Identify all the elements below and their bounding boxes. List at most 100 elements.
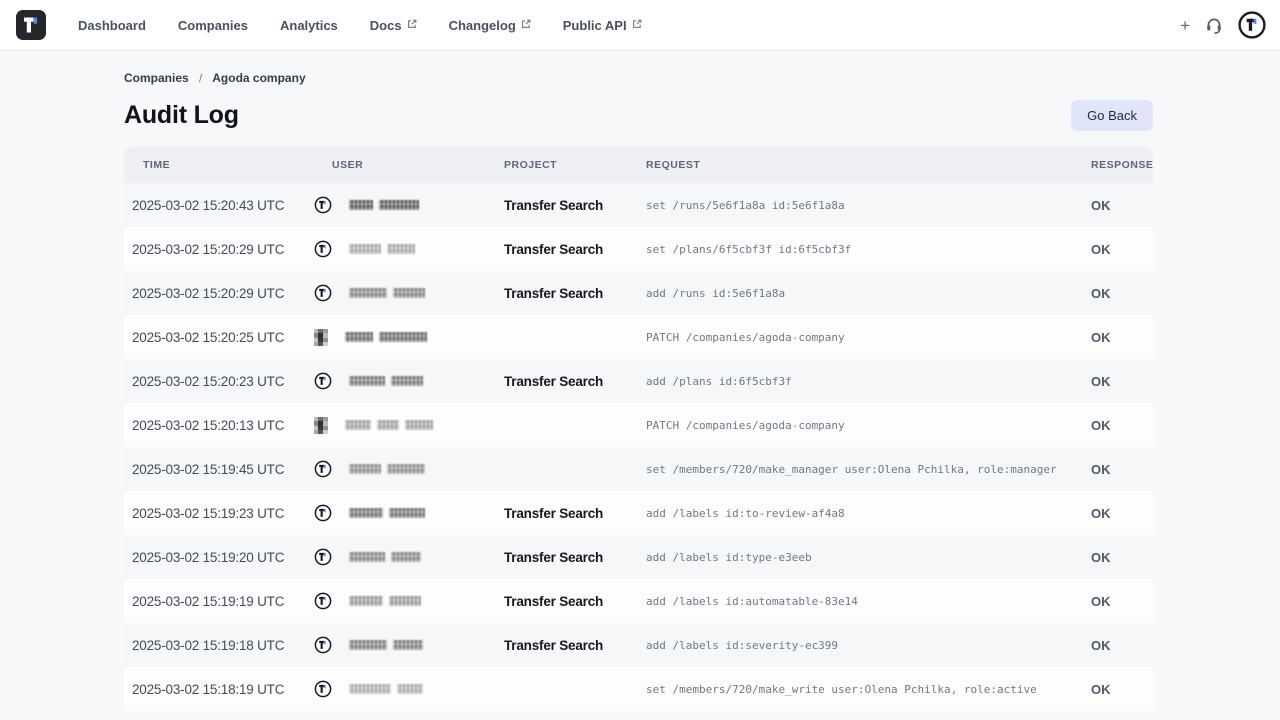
user-photo-avatar <box>314 417 328 434</box>
response-cell: OK <box>1072 506 1153 521</box>
request-cell: add /labels id:severity-ec399 <box>627 639 1072 652</box>
time-cell: 2025-03-02 15:20:13 UTC <box>124 418 313 433</box>
add-button[interactable]: + <box>1180 17 1190 34</box>
user-cell <box>313 680 485 698</box>
user-photo-avatar <box>314 329 328 346</box>
user-t-logo-avatar-icon <box>314 460 332 478</box>
user-t-logo-avatar-icon <box>314 284 332 302</box>
breadcrumb-companies[interactable]: Companies <box>124 71 189 85</box>
user-cell <box>313 504 485 522</box>
project-cell: Transfer Search <box>485 594 627 609</box>
user-t-logo-avatar-icon <box>314 680 332 698</box>
response-cell: OK <box>1072 462 1153 477</box>
headset-icon[interactable] <box>1204 15 1224 35</box>
redacted-user-name <box>345 332 427 342</box>
response-cell: OK <box>1072 682 1153 697</box>
table-row: 2025-03-02 15:20:29 UTC Transfer Search … <box>124 271 1153 315</box>
breadcrumb: Companies / Agoda company <box>124 71 1153 85</box>
top-navbar: Dashboard Companies Analytics Docs Chang… <box>0 0 1280 51</box>
request-cell: set /members/720/make_write user:Olena P… <box>627 683 1072 696</box>
table-row: 2025-03-02 15:19:20 UTC Transfer Search … <box>124 535 1153 579</box>
table-row: 2025-03-02 15:19:45 UTC set /members/720… <box>124 447 1153 491</box>
go-back-button[interactable]: Go Back <box>1071 100 1153 131</box>
column-header-time: TIME <box>124 159 313 171</box>
time-cell: 2025-03-02 15:19:23 UTC <box>124 506 313 521</box>
table-row: 2025-03-02 15:19:18 UTC Transfer Search … <box>124 623 1153 667</box>
time-cell: 2025-03-02 15:18:19 UTC <box>124 682 313 697</box>
navbar-actions: + <box>1180 11 1266 39</box>
redacted-user-name <box>349 200 419 210</box>
table-row-partial <box>124 711 1153 717</box>
project-cell: Transfer Search <box>485 550 627 565</box>
table-row: 2025-03-02 15:20:23 UTC Transfer Search … <box>124 359 1153 403</box>
user-t-logo-avatar-icon <box>314 504 332 522</box>
column-header-response: RESPONSE <box>1072 159 1153 171</box>
redacted-user-name <box>349 464 425 474</box>
response-cell: OK <box>1072 594 1153 609</box>
page-header: Audit Log Go Back <box>124 100 1153 131</box>
project-cell: Transfer Search <box>485 638 627 653</box>
request-cell: add /labels id:automatable-83e14 <box>627 595 1072 608</box>
nav-item-analytics[interactable]: Analytics <box>280 18 338 33</box>
response-cell: OK <box>1072 638 1153 653</box>
user-t-logo-avatar-icon <box>314 636 332 654</box>
time-cell: 2025-03-02 15:19:18 UTC <box>124 638 313 653</box>
request-cell: add /plans id:6f5cbf3f <box>627 375 1072 388</box>
project-cell: Transfer Search <box>485 374 627 389</box>
redacted-user-name <box>349 288 425 298</box>
user-cell <box>313 240 485 258</box>
table-row: 2025-03-02 15:19:23 UTC Transfer Search … <box>124 491 1153 535</box>
column-header-user: USER <box>313 159 485 171</box>
user-t-logo-avatar-icon <box>314 196 332 214</box>
breadcrumb-current[interactable]: Agoda company <box>212 71 305 85</box>
table-header-row: TIME USER PROJECT REQUEST RESPONSE <box>124 147 1153 183</box>
user-cell <box>313 372 485 390</box>
time-cell: 2025-03-02 15:20:29 UTC <box>124 242 313 257</box>
user-cell <box>313 284 485 302</box>
redacted-user-name <box>349 596 421 606</box>
response-cell: OK <box>1072 374 1153 389</box>
response-cell: OK <box>1072 418 1153 433</box>
external-link-icon <box>521 19 531 29</box>
main-content: Companies / Agoda company Audit Log Go B… <box>0 51 1280 717</box>
nav-item-label: Analytics <box>280 18 338 33</box>
external-link-icon <box>632 19 642 29</box>
page-title: Audit Log <box>124 101 239 130</box>
nav-item-label: Public API <box>563 18 627 33</box>
account-avatar[interactable] <box>1238 11 1266 39</box>
request-cell: PATCH /companies/agoda-company <box>627 419 1072 432</box>
redacted-user-name <box>349 508 425 518</box>
request-cell: PATCH /companies/agoda-company <box>627 331 1072 344</box>
response-cell: OK <box>1072 198 1153 213</box>
table-row: 2025-03-02 15:20:43 UTC Transfer Search … <box>124 183 1153 227</box>
time-cell: 2025-03-02 15:20:23 UTC <box>124 374 313 389</box>
nav-item-docs[interactable]: Docs <box>370 18 417 33</box>
nav-item-dashboard[interactable]: Dashboard <box>78 18 146 33</box>
redacted-user-name <box>345 420 433 430</box>
project-cell: Transfer Search <box>485 286 627 301</box>
app-logo-icon[interactable] <box>16 10 46 40</box>
project-cell: Transfer Search <box>485 242 627 257</box>
user-cell <box>313 460 485 478</box>
response-cell: OK <box>1072 286 1153 301</box>
project-cell: Transfer Search <box>485 198 627 213</box>
nav-item-companies[interactable]: Companies <box>178 18 248 33</box>
redacted-user-name <box>349 684 423 694</box>
user-cell <box>313 548 485 566</box>
time-cell: 2025-03-02 15:20:29 UTC <box>124 286 313 301</box>
time-cell: 2025-03-02 15:20:25 UTC <box>124 330 313 345</box>
request-cell: set /plans/6f5cbf3f id:6f5cbf3f <box>627 243 1072 256</box>
user-t-logo-avatar-icon <box>314 240 332 258</box>
time-cell: 2025-03-02 15:19:20 UTC <box>124 550 313 565</box>
nav-item-label: Dashboard <box>78 18 146 33</box>
external-link-icon <box>407 19 417 29</box>
nav-item-public-api[interactable]: Public API <box>563 18 642 33</box>
table-row: 2025-03-02 15:20:29 UTC Transfer Search … <box>124 227 1153 271</box>
redacted-user-name <box>349 244 415 254</box>
request-cell: add /labels id:type-e3eeb <box>627 551 1072 564</box>
request-cell: add /runs id:5e6f1a8a <box>627 287 1072 300</box>
nav-item-label: Companies <box>178 18 248 33</box>
time-cell: 2025-03-02 15:20:43 UTC <box>124 198 313 213</box>
nav-item-changelog[interactable]: Changelog <box>449 18 531 33</box>
request-cell: set /members/720/make_manager user:Olena… <box>627 463 1072 476</box>
